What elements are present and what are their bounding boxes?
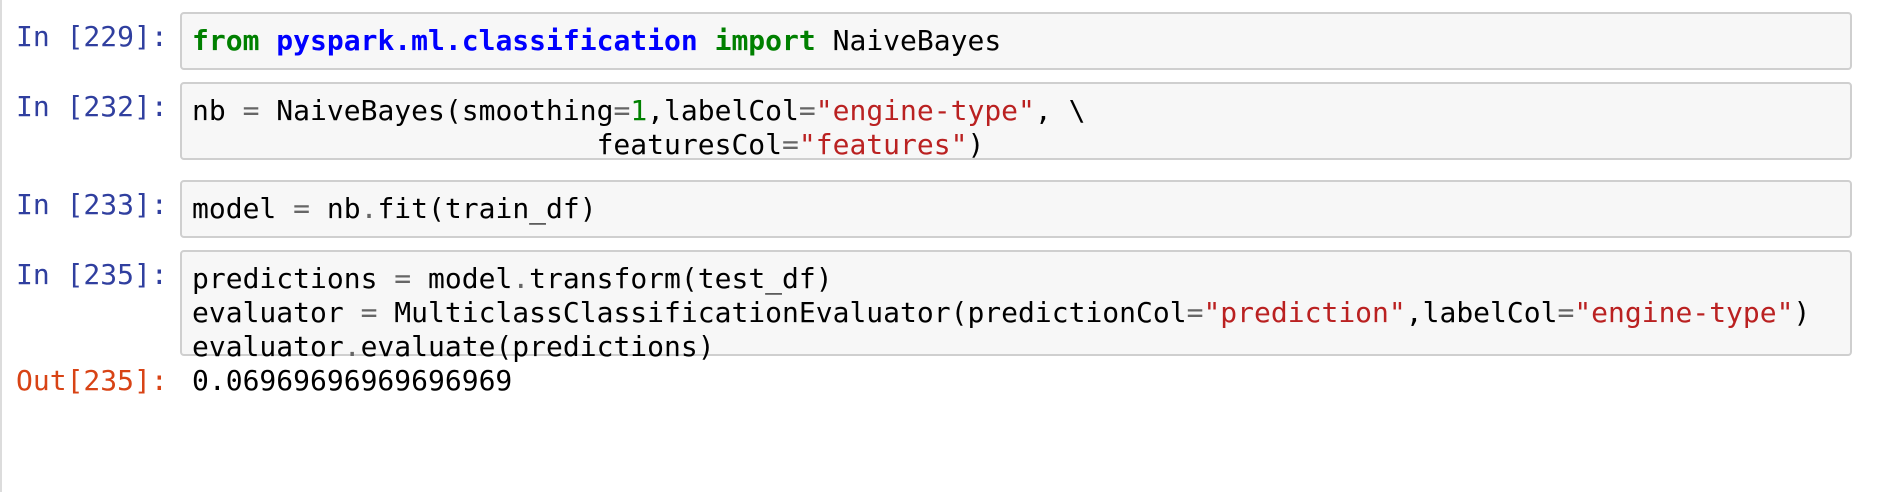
operator: = xyxy=(242,94,260,127)
code-line: predictions = model.transform(test_df) xyxy=(192,262,1840,296)
module-name: pyspark.ml.classification xyxy=(276,24,698,57)
operator: = xyxy=(293,192,311,225)
operator: = xyxy=(1186,296,1204,329)
operator: . xyxy=(343,330,361,363)
operator: = xyxy=(394,262,412,295)
input-prompt: In [235]: xyxy=(16,258,168,291)
code-input-area[interactable]: nb = NaiveBayes(smoothing=1,labelCol="en… xyxy=(180,82,1852,162)
string-literal: "features" xyxy=(798,128,968,161)
keyword: import xyxy=(714,24,816,57)
keyword: from xyxy=(192,24,260,57)
code-text: fit(train_df) xyxy=(377,192,597,225)
code-text: nb xyxy=(192,94,243,127)
input-prompt: In [233]: xyxy=(16,188,168,221)
notebook: In [229]: from pyspark.ml.classification… xyxy=(0,0,1892,492)
operator: = xyxy=(1557,296,1575,329)
operator: = xyxy=(360,296,378,329)
code-line: nb = NaiveBayes(smoothing=1,labelCol="en… xyxy=(192,94,1840,128)
number-literal: 1 xyxy=(630,94,648,127)
code-text: featuresCol xyxy=(192,128,783,161)
output-value: 0.06969696969696969 xyxy=(192,364,513,397)
code-text: nb xyxy=(310,192,361,225)
code-text: , \ xyxy=(1034,94,1086,127)
code-line: featuresCol="features") xyxy=(192,128,1840,162)
code-text: evaluator xyxy=(192,296,361,329)
code-text: NaiveBayes xyxy=(815,24,1002,57)
input-prompt: In [232]: xyxy=(16,90,168,123)
code-text: ,labelCol xyxy=(1405,296,1558,329)
code-text: NaiveBayes(smoothing xyxy=(259,94,614,127)
string-literal: "engine-type" xyxy=(815,94,1035,127)
string-literal: "engine-type" xyxy=(1574,296,1794,329)
code-text: model xyxy=(411,262,513,295)
code-text: ,labelCol xyxy=(647,94,799,127)
code-line: from pyspark.ml.classification import Na… xyxy=(192,24,1840,58)
operator: = xyxy=(798,94,816,127)
code-input-area[interactable]: model = nb.fit(train_df) xyxy=(180,180,1852,238)
operator: . xyxy=(360,192,378,225)
operator: = xyxy=(613,94,631,127)
code-input-area[interactable]: from pyspark.ml.classification import Na… xyxy=(180,12,1852,70)
code-line: evaluator = MulticlassClassificationEval… xyxy=(192,296,1840,330)
code-line: evaluator.evaluate(predictions) xyxy=(192,330,1840,364)
code-text: evaluate(predictions) xyxy=(360,330,715,363)
code-text: model xyxy=(192,192,294,225)
operator: . xyxy=(512,262,530,295)
code-text: MulticlassClassificationEvaluator(predic… xyxy=(377,296,1187,329)
input-prompt: In [229]: xyxy=(16,20,168,53)
code-text: evaluator xyxy=(192,330,344,363)
string-literal: "prediction" xyxy=(1203,296,1406,329)
output-prompt: Out[235]: xyxy=(16,364,168,397)
cell-left-border xyxy=(0,0,2,492)
code-text: ) xyxy=(1793,296,1811,329)
code-line: model = nb.fit(train_df) xyxy=(192,192,1840,226)
code-text: transform(test_df) xyxy=(529,262,833,295)
code-text: ) xyxy=(967,128,985,161)
operator: = xyxy=(782,128,799,161)
code-text: predictions xyxy=(192,262,395,295)
code-input-area[interactable]: predictions = model.transform(test_df) e… xyxy=(180,250,1852,363)
